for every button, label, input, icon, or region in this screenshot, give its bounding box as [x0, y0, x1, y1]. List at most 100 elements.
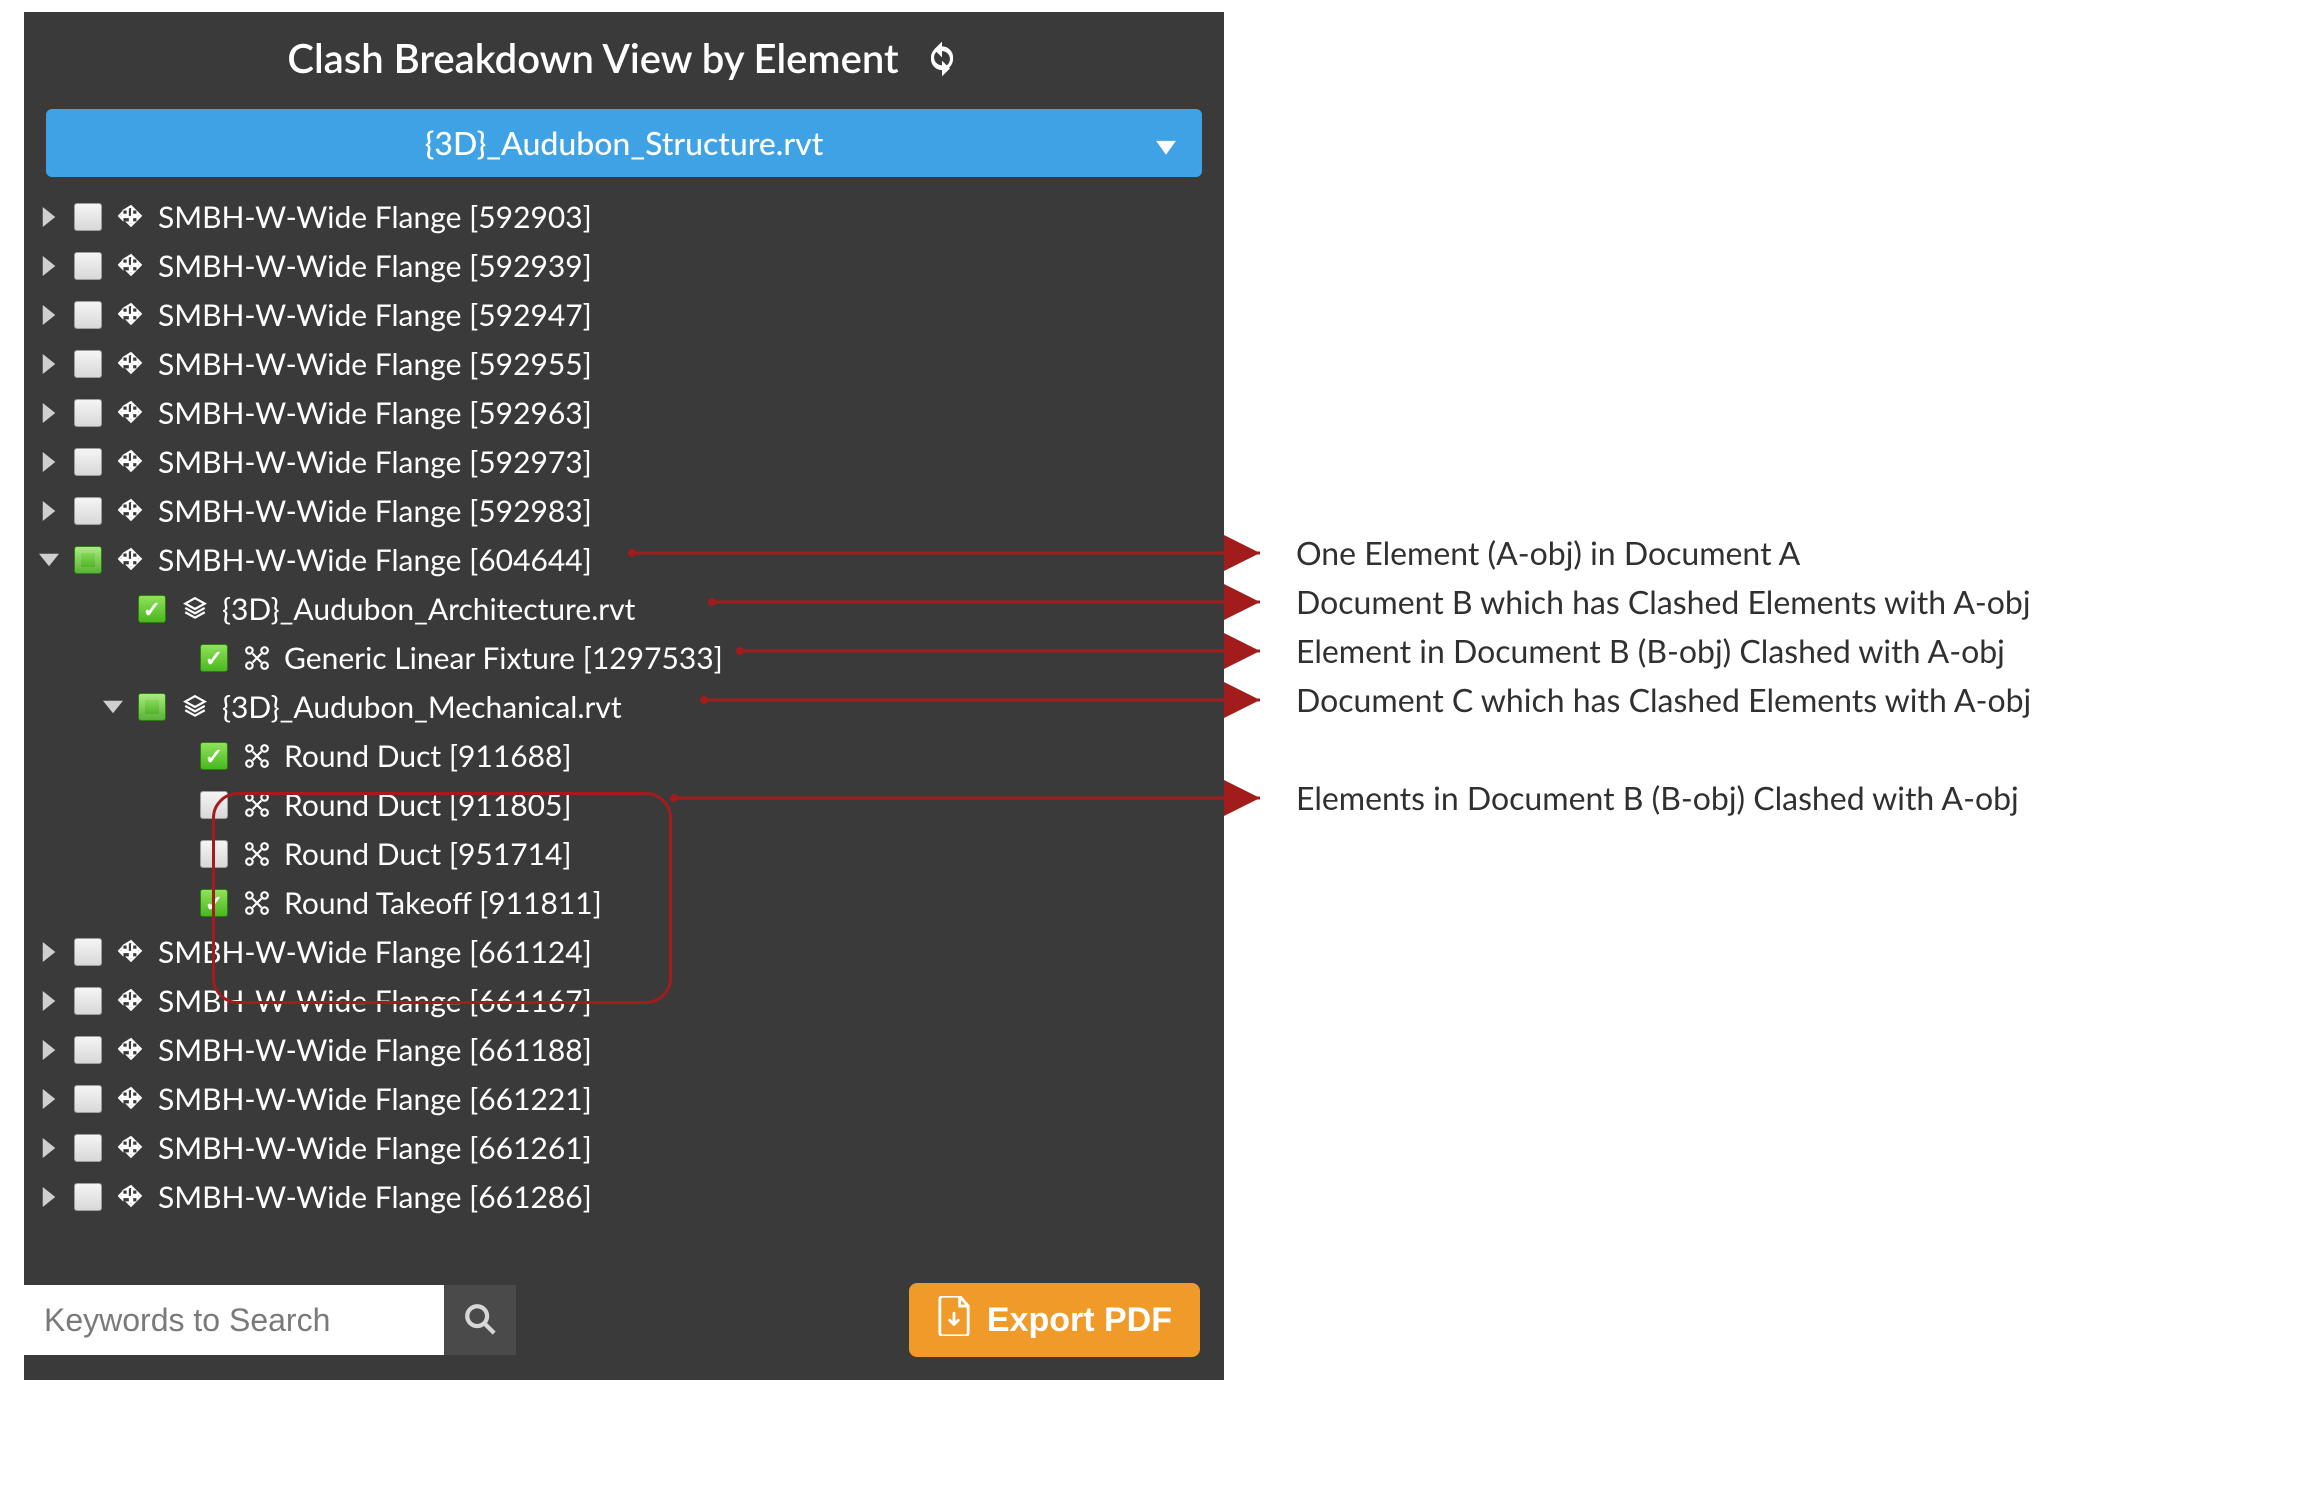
- annotation-text: Document C which has Clashed Elements wi…: [1296, 680, 2031, 719]
- move-icon: [116, 986, 146, 1016]
- annotation-text: Document B which has Clashed Elements wi…: [1296, 582, 2031, 621]
- checkbox[interactable]: [74, 448, 102, 476]
- checkbox[interactable]: [200, 889, 228, 917]
- checkbox[interactable]: [200, 840, 228, 868]
- annotation-label: Document B which has Clashed Elements wi…: [1296, 582, 2031, 621]
- checkbox[interactable]: [200, 742, 228, 770]
- checkbox[interactable]: [74, 301, 102, 329]
- expand-toggle[interactable]: [38, 1187, 60, 1207]
- burst-icon: [242, 888, 272, 918]
- checkbox[interactable]: [74, 546, 102, 574]
- checkbox[interactable]: [74, 497, 102, 525]
- tree-row-label: SMBH-W-Wide Flange [661124]: [158, 934, 592, 970]
- tree-row-label: SMBH-W-Wide Flange [592947]: [158, 297, 592, 333]
- tree-row[interactable]: {3D}_Audubon_Architecture.rvt: [24, 585, 1224, 634]
- tree-row-label: SMBH-W-Wide Flange [661221]: [158, 1081, 592, 1117]
- checkbox[interactable]: [200, 791, 228, 819]
- checkbox[interactable]: [74, 938, 102, 966]
- tree-row[interactable]: SMBH-W-Wide Flange [604644]: [24, 536, 1224, 585]
- tree-row[interactable]: SMBH-W-Wide Flange [661286]: [24, 1173, 1224, 1222]
- tree-row[interactable]: Round Duct [911805]: [24, 781, 1224, 830]
- move-icon: [116, 1133, 146, 1163]
- annotation-text: Elements in Document B (B-obj) Clashed w…: [1296, 778, 2019, 817]
- title-text: Clash Breakdown View by Element: [287, 34, 898, 82]
- annotation-label: Elements in Document B (B-obj) Clashed w…: [1296, 778, 2019, 817]
- expand-toggle[interactable]: [38, 991, 60, 1011]
- move-icon: [116, 496, 146, 526]
- move-icon: [116, 937, 146, 967]
- tree-row[interactable]: SMBH-W-Wide Flange [661124]: [24, 928, 1224, 977]
- expand-toggle[interactable]: [38, 256, 60, 276]
- document-dropdown[interactable]: {3D}_Audubon_Structure.rvt: [46, 109, 1202, 177]
- checkbox[interactable]: [74, 350, 102, 378]
- chevron-down-icon: [1156, 124, 1176, 162]
- checkbox[interactable]: [138, 595, 166, 623]
- stack-icon: [180, 692, 210, 722]
- tree-row-label: {3D}_Audubon_Mechanical.rvt: [222, 689, 622, 725]
- move-icon: [116, 202, 146, 232]
- checkbox[interactable]: [200, 644, 228, 672]
- expand-toggle[interactable]: [38, 553, 60, 567]
- expand-toggle[interactable]: [38, 942, 60, 962]
- checkbox[interactable]: [74, 1085, 102, 1113]
- expand-toggle[interactable]: [38, 1138, 60, 1158]
- tree-row[interactable]: SMBH-W-Wide Flange [592973]: [24, 438, 1224, 487]
- checkbox[interactable]: [74, 1036, 102, 1064]
- panel-footer: Export PDF: [24, 1280, 1224, 1380]
- checkbox[interactable]: [74, 987, 102, 1015]
- tree-row[interactable]: SMBH-W-Wide Flange [592983]: [24, 487, 1224, 536]
- refresh-icon[interactable]: [923, 39, 961, 87]
- expand-toggle[interactable]: [38, 354, 60, 374]
- expand-toggle[interactable]: [38, 207, 60, 227]
- move-icon: [116, 349, 146, 379]
- checkbox[interactable]: [74, 399, 102, 427]
- tree-row[interactable]: SMBH-W-Wide Flange [661167]: [24, 977, 1224, 1026]
- search-button[interactable]: [444, 1285, 516, 1355]
- burst-icon: [242, 790, 272, 820]
- tree-row[interactable]: Round Duct [911688]: [24, 732, 1224, 781]
- checkbox[interactable]: [138, 693, 166, 721]
- burst-icon: [242, 643, 272, 673]
- page-title: Clash Breakdown View by Element: [24, 12, 1224, 105]
- move-icon: [116, 1035, 146, 1065]
- tree-row[interactable]: Generic Linear Fixture [1297533]: [24, 634, 1224, 683]
- tree-row[interactable]: SMBH-W-Wide Flange [661221]: [24, 1075, 1224, 1124]
- tree-row-label: Round Duct [911805]: [284, 787, 572, 823]
- expand-toggle[interactable]: [38, 501, 60, 521]
- expand-toggle[interactable]: [102, 700, 124, 714]
- tree-row-label: SMBH-W-Wide Flange [661261]: [158, 1130, 592, 1166]
- expand-toggle[interactable]: [38, 1040, 60, 1060]
- tree-row[interactable]: Round Takeoff [911811]: [24, 879, 1224, 928]
- tree-row-label: SMBH-W-Wide Flange [592903]: [158, 199, 592, 235]
- export-pdf-label: Export PDF: [987, 1301, 1172, 1340]
- tree-row[interactable]: {3D}_Audubon_Mechanical.rvt: [24, 683, 1224, 732]
- tree-row[interactable]: SMBH-W-Wide Flange [592963]: [24, 389, 1224, 438]
- expand-toggle[interactable]: [38, 403, 60, 423]
- stack-icon: [180, 594, 210, 624]
- checkbox[interactable]: [74, 1134, 102, 1162]
- tree-row[interactable]: SMBH-W-Wide Flange [592947]: [24, 291, 1224, 340]
- dropdown-selected-label: {3D}_Audubon_Structure.rvt: [425, 124, 824, 162]
- tree-row-label: Round Duct [951714]: [284, 836, 572, 872]
- burst-icon: [242, 839, 272, 869]
- tree-row[interactable]: SMBH-W-Wide Flange [592903]: [24, 193, 1224, 242]
- tree-row[interactable]: SMBH-W-Wide Flange [592955]: [24, 340, 1224, 389]
- expand-toggle[interactable]: [38, 305, 60, 325]
- expand-toggle[interactable]: [38, 452, 60, 472]
- pdf-icon: [937, 1296, 971, 1345]
- checkbox[interactable]: [74, 1183, 102, 1211]
- tree-row[interactable]: SMBH-W-Wide Flange [661188]: [24, 1026, 1224, 1075]
- annotation-label: One Element (A-obj) in Document A: [1296, 533, 1800, 572]
- expand-toggle[interactable]: [38, 1089, 60, 1109]
- burst-icon: [242, 741, 272, 771]
- tree-row[interactable]: SMBH-W-Wide Flange [661261]: [24, 1124, 1224, 1173]
- export-pdf-button[interactable]: Export PDF: [909, 1283, 1200, 1357]
- checkbox[interactable]: [74, 203, 102, 231]
- tree-row-label: SMBH-W-Wide Flange [592963]: [158, 395, 592, 431]
- tree-row[interactable]: SMBH-W-Wide Flange [592939]: [24, 242, 1224, 291]
- tree-row[interactable]: Round Duct [951714]: [24, 830, 1224, 879]
- checkbox[interactable]: [74, 252, 102, 280]
- search-icon: [463, 1302, 497, 1339]
- search-input[interactable]: [24, 1285, 444, 1355]
- stage: Clash Breakdown View by Element {3D}_Aud…: [0, 0, 2312, 1486]
